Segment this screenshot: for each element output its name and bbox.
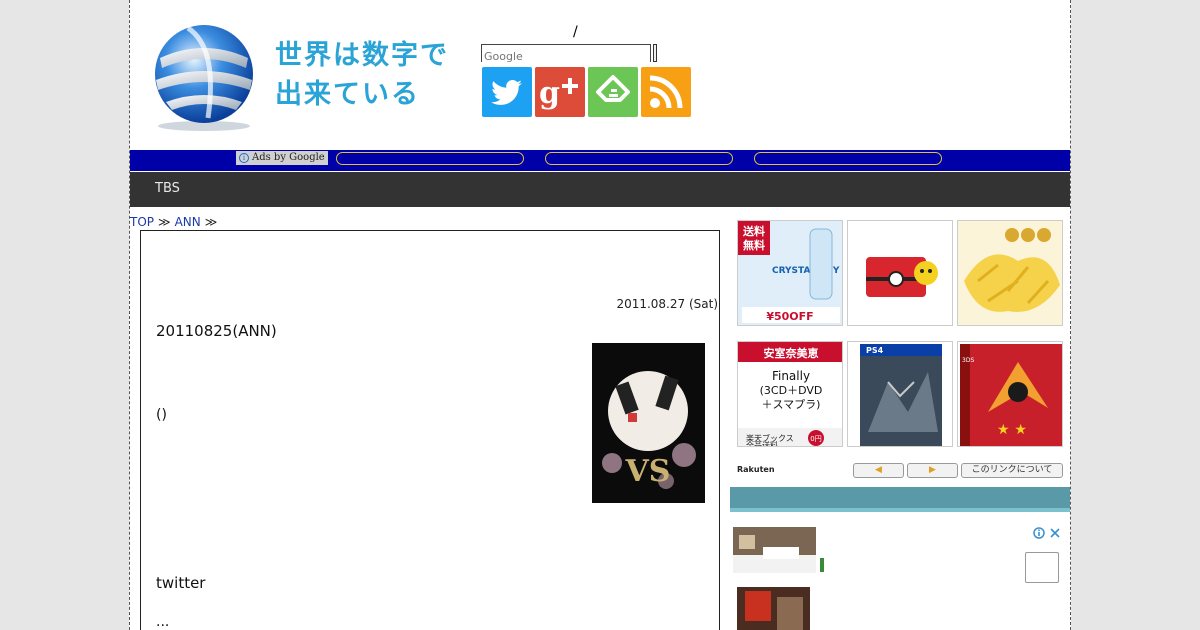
site-logo-text[interactable]: 世界は数字で 出来ている — [275, 36, 449, 114]
main-nav: TBS — [130, 172, 1070, 207]
svg-text:g: g — [539, 76, 560, 111]
product-ps4-image: PS4 — [848, 342, 952, 446]
breadcrumb-top[interactable]: TOP — [130, 215, 154, 229]
svg-text:全品送料: 全品送料 — [746, 440, 778, 447]
article-twitter-label: twitter — [156, 574, 206, 592]
ad-thumbnail-hotel[interactable] — [733, 527, 816, 573]
svg-text:★ ★: ★ ★ — [997, 422, 1027, 438]
site-logo-globe[interactable] — [148, 18, 260, 132]
product-ps4-game[interactable]: PS4 — [847, 341, 953, 447]
product-album[interactable]: 安室奈美恵 Finally (3CD＋DVD ＋スマプラ) 楽天ブックス 全品送… — [737, 341, 843, 447]
article-title[interactable]: 20110825(ANN) — [156, 322, 277, 340]
nav-item-tbs[interactable]: TBS — [155, 181, 180, 196]
breadcrumb-ann[interactable]: ANN — [175, 215, 201, 229]
ad-action-box[interactable] — [1025, 552, 1059, 583]
rss-icon — [649, 75, 683, 109]
svg-text:(3CD＋DVD: (3CD＋DVD — [760, 384, 823, 397]
search-box[interactable] — [481, 44, 651, 65]
ad-link-bar: i Ads by Google — [130, 150, 1070, 171]
ad-link-2[interactable] — [545, 152, 733, 165]
product-3ds-image: 3DS ★ ★ — [958, 342, 1062, 446]
product-cheese[interactable] — [957, 220, 1063, 326]
svg-text:¥50OFF: ¥50OFF — [766, 310, 813, 323]
svg-text:Finally: Finally — [772, 369, 810, 383]
article-image[interactable]: VS — [592, 343, 705, 503]
ad-image-2 — [737, 587, 810, 630]
about-link-button[interactable]: このリンクについて — [961, 463, 1063, 478]
ad-indicator — [820, 558, 824, 572]
ad-link-3[interactable] — [754, 152, 942, 165]
svg-text:安室奈美恵: 安室奈美恵 — [764, 346, 819, 360]
twitter-button[interactable] — [482, 67, 532, 117]
article-more: ... — [156, 614, 170, 630]
breadcrumb-sep: ≫ — [158, 215, 171, 229]
article-date: 2011.08.27 (Sat) — [616, 297, 718, 311]
ads-by-google-label[interactable]: i Ads by Google — [236, 151, 328, 165]
globe-icon — [155, 25, 253, 131]
product-water-image: 送料 無料 CRYSTAL GEY ¥50OFF — [738, 221, 842, 325]
rakuten-logo[interactable]: Rakuten — [737, 465, 775, 474]
svg-text:VS: VS — [625, 454, 671, 489]
page-container: 世界は数字で 出来ている / g iAds by Go — [129, 0, 1071, 630]
svg-text:3DS: 3DS — [962, 357, 974, 364]
product-water[interactable]: 送料 無料 CRYSTAL GEY ¥50OFF — [737, 220, 843, 326]
search-button[interactable] — [653, 44, 657, 62]
product-console-image — [848, 221, 952, 325]
breadcrumb: TOP ≫ ANN ≫ — [130, 215, 221, 229]
twitter-icon — [491, 80, 522, 105]
ad-info-close-icon — [1032, 526, 1062, 540]
sidebar-section-header — [730, 487, 1070, 512]
svg-text:送料: 送料 — [742, 224, 765, 238]
article-box: 2011.08.27 (Sat) 20110825(ANN) () twitte… — [140, 230, 720, 630]
article-text: () — [156, 407, 167, 423]
feedly-button[interactable] — [588, 67, 638, 117]
info-icon: i — [239, 153, 249, 163]
product-album-image: 安室奈美恵 Finally (3CD＋DVD ＋スマプラ) 楽天ブックス 全品送… — [738, 342, 842, 447]
google-plus-button[interactable]: g — [535, 67, 585, 117]
poster-art: VS — [592, 343, 705, 503]
header-slash: / — [573, 24, 578, 40]
logo-line-1: 世界は数字で — [275, 40, 449, 71]
product-cheese-image — [958, 221, 1062, 325]
prev-button[interactable]: ◀ — [853, 463, 904, 478]
breadcrumb-sep: ≫ — [204, 215, 218, 229]
next-button[interactable]: ▶ — [907, 463, 958, 478]
logo-line-2: 出来ている — [275, 79, 420, 110]
ad-close-controls[interactable] — [1032, 526, 1062, 543]
product-console[interactable] — [847, 220, 953, 326]
svg-text:無料: 無料 — [743, 238, 765, 252]
svg-text:0円: 0円 — [810, 435, 821, 443]
ads-by-google-text: Ads by Google — [252, 152, 325, 163]
svg-text:＋スマプラ): ＋スマプラ) — [762, 398, 821, 411]
ad-thumbnail-2[interactable] — [737, 587, 810, 630]
google-plus-icon: g — [539, 76, 578, 111]
hotel-image — [733, 527, 816, 573]
ad-link-1[interactable] — [336, 152, 524, 165]
svg-text:PS4: PS4 — [866, 346, 884, 355]
product-3ds-game[interactable]: 3DS ★ ★ — [957, 341, 1063, 447]
rss-button[interactable] — [641, 67, 691, 117]
search-input[interactable] — [482, 48, 650, 65]
feedly-icon — [596, 75, 630, 102]
